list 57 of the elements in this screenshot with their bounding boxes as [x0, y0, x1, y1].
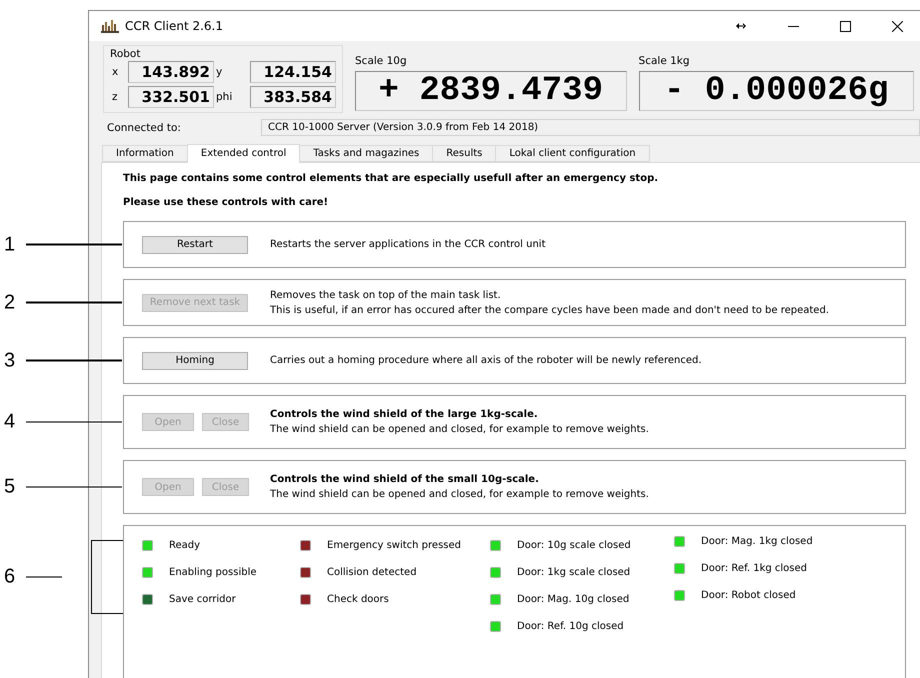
app-icon	[101, 19, 119, 33]
scale-label: Scale 10g	[355, 55, 408, 67]
status-label: Enabling possible	[169, 566, 256, 578]
status-label: Emergency switch pressed	[327, 540, 461, 550]
callout-number: 5	[4, 476, 16, 498]
coordinate-label: y	[215, 66, 224, 78]
status-label: Door: Ref. 1kg closed	[701, 562, 808, 574]
tab[interactable]: Information	[102, 145, 188, 162]
callout-number: 6	[4, 566, 16, 588]
status-label: Door: 10g scale closed	[517, 540, 631, 550]
callout-number: 2	[4, 291, 16, 314]
scale-reading: - 0.000026g	[638, 71, 914, 111]
callout-number: 3	[4, 349, 16, 372]
scale-label: Scale 1kg	[638, 55, 691, 67]
coordinate-field: 383.584	[250, 86, 336, 108]
description-text: Controls the wind shield of the small 10g-scale.	[270, 474, 540, 485]
resize-arrows-icon	[736, 23, 746, 29]
group-label: Robot	[110, 48, 142, 60]
description-text: This is useful, if an error has occured after the compare cycles have been made and don't need to be repeated.	[270, 304, 829, 316]
status-label: Door: Robot closed	[701, 590, 796, 600]
coordinate-field: 143.892	[128, 61, 214, 83]
status-label: Door: Ref. 10g closed	[517, 620, 624, 632]
status-label: Save corridor	[169, 594, 236, 604]
leader-line	[26, 576, 62, 578]
description-text: Controls the wind shield of the large 1kg-scale.	[270, 409, 539, 420]
coordinate-field: 332.501	[128, 86, 214, 108]
status-label: Door: Mag. 1kg closed	[701, 536, 813, 546]
description-text: The wind shield can be opened and closed, for example to remove weights.	[270, 424, 649, 435]
coordinate-label: phi	[215, 91, 234, 103]
scale-reading: + 2839.4739	[355, 71, 627, 111]
status-label: Collision detected	[327, 566, 417, 578]
window-title: CCR Client 2.6.1	[125, 19, 224, 33]
tab[interactable]: Extended control	[186, 144, 300, 163]
maximize-icon[interactable]	[840, 20, 850, 32]
tab[interactable]: Lokal client configuration	[495, 145, 650, 162]
callout-number: 1	[4, 233, 16, 256]
connection-field: CCR 10-1000 Server (Version 3.0.9 from Feb 14 2018)	[261, 119, 920, 136]
tab[interactable]: Tasks and magazines	[299, 145, 434, 162]
action-button[interactable]: Restart	[142, 236, 248, 254]
status-label: Check doors	[327, 594, 389, 604]
tab[interactable]: Results	[432, 145, 496, 162]
coordinate-field: 124.154	[250, 61, 336, 83]
description-text: Removes the task on top of the main task list.	[270, 290, 502, 300]
intro-text: Please use these controls with care!	[123, 197, 330, 208]
intro-text: This page contains some control elements that are especially usefull after an emergency stop.	[123, 173, 660, 184]
status-label: Door: 1kg scale closed	[517, 566, 630, 578]
action-button[interactable]: Homing	[142, 352, 248, 370]
connection-label: Connected to:	[107, 122, 182, 134]
description-text: The wind shield can be opened and closed, for example to remove weights.	[270, 489, 649, 500]
status-label: Ready	[169, 540, 200, 550]
status-label: Door: Mag. 10g closed	[517, 594, 630, 604]
description-text: Carries out a homing procedure where all axis of the roboter will be newly referenced.	[270, 355, 702, 366]
coordinate-label: z	[111, 91, 119, 103]
close-icon[interactable]	[892, 20, 902, 32]
coordinate-label: x	[111, 66, 120, 78]
description-text: Restarts the server applications in the CCR control unit	[270, 239, 546, 250]
callout-number: 4	[4, 410, 16, 434]
